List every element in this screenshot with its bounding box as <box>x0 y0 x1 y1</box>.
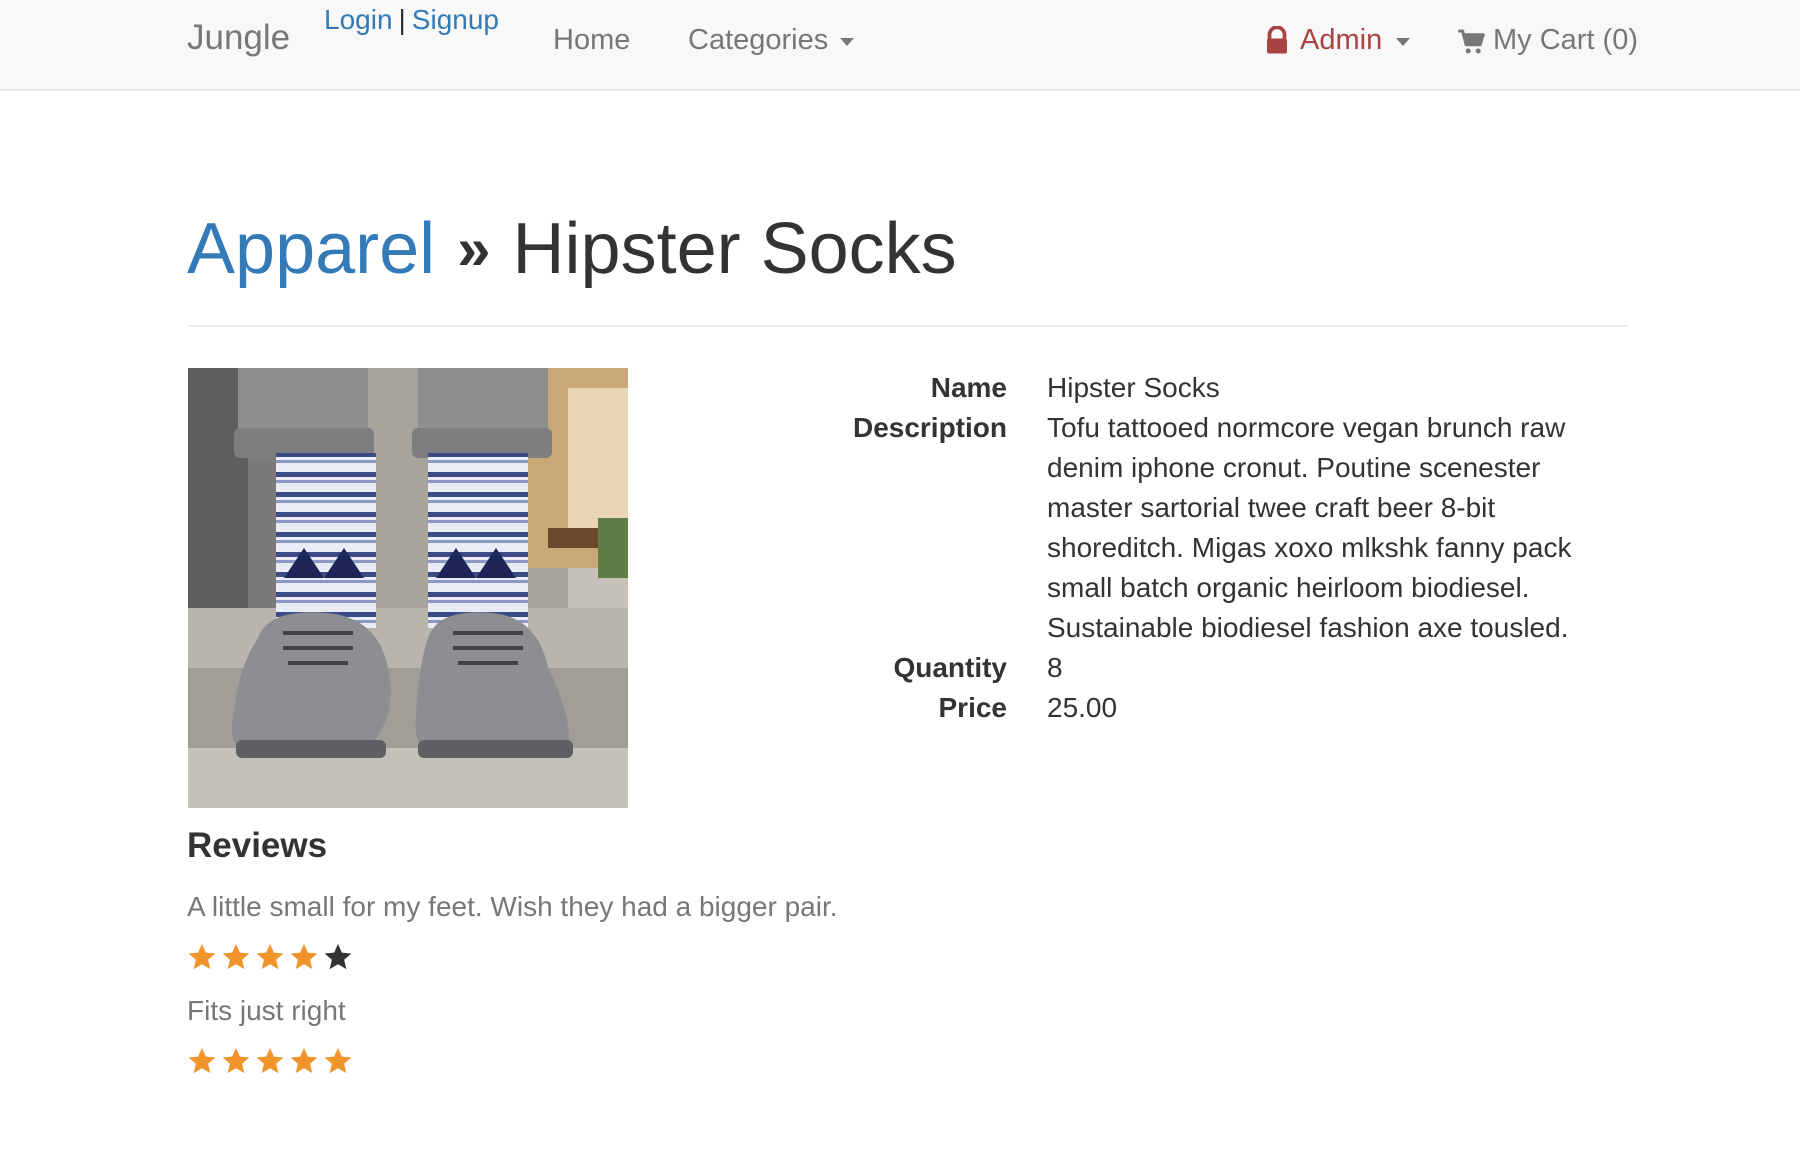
lock-icon <box>1267 25 1287 53</box>
categories-dropdown[interactable]: Categories <box>688 24 855 57</box>
star-icon <box>222 943 250 970</box>
category-breadcrumb-link[interactable]: Apparel <box>187 209 435 289</box>
star-icon <box>222 1047 250 1074</box>
price-label: Price <box>938 692 1008 723</box>
auth-links: Login | Signup <box>324 4 499 36</box>
quantity-value: 8 <box>1047 652 1063 683</box>
star-icon <box>290 1047 318 1074</box>
star-icon <box>188 943 216 970</box>
detail-row-quantity: Quantity 8 <box>820 648 1640 688</box>
review-rating <box>187 942 357 972</box>
name-value: Hipster Socks <box>1047 372 1220 403</box>
cart-icon <box>1458 29 1485 53</box>
star-icon <box>290 943 318 970</box>
name-label: Name <box>930 372 1007 403</box>
header-divider <box>187 325 1628 327</box>
description-value: Tofu tattooed normcore vegan brunch raw … <box>1047 412 1572 643</box>
star-icon <box>256 943 284 970</box>
review-rating <box>187 1046 357 1076</box>
my-cart-link[interactable]: My Cart (0) <box>1457 24 1638 57</box>
admin-dropdown[interactable]: Admin <box>1262 24 1411 57</box>
product-image <box>188 368 628 808</box>
admin-label: Admin <box>1300 24 1383 56</box>
page-title: Apparel » Hipster Socks <box>187 208 957 290</box>
navbar: Jungle Login | Signup Home Categories Admi… <box>0 0 1800 91</box>
login-link[interactable]: Login <box>324 4 393 35</box>
caret-down-icon <box>840 37 855 46</box>
review-text: A little small for my feet. Wish they ha… <box>187 891 838 922</box>
product-details: Name Hipster Socks Description Tofu tatt… <box>820 368 1640 728</box>
brand-link[interactable]: Jungle <box>187 18 290 58</box>
review-text: Fits just right <box>187 995 346 1026</box>
breadcrumb-separator: » <box>457 215 491 282</box>
star-icon <box>188 1047 216 1074</box>
star-icon <box>324 1047 352 1074</box>
signup-link[interactable]: Signup <box>412 4 499 35</box>
star-icon <box>324 943 352 970</box>
nav-home[interactable]: Home <box>553 24 630 57</box>
auth-separator: | <box>398 4 406 35</box>
caret-down-icon <box>1396 37 1411 46</box>
product-title: Hipster Socks <box>512 209 957 289</box>
description-label: Description <box>852 412 1007 443</box>
star-icon <box>256 1047 284 1074</box>
price-value: 25.00 <box>1047 692 1118 723</box>
categories-label: Categories <box>688 24 829 56</box>
detail-row-price: Price 25.00 <box>820 688 1640 728</box>
detail-row-name: Name Hipster Socks <box>820 368 1640 408</box>
reviews-heading: Reviews <box>187 826 328 865</box>
detail-row-description: Description Tofu tattooed normcore vegan… <box>820 408 1640 648</box>
quantity-label: Quantity <box>893 652 1007 683</box>
cart-label: My Cart (0) <box>1493 24 1638 56</box>
